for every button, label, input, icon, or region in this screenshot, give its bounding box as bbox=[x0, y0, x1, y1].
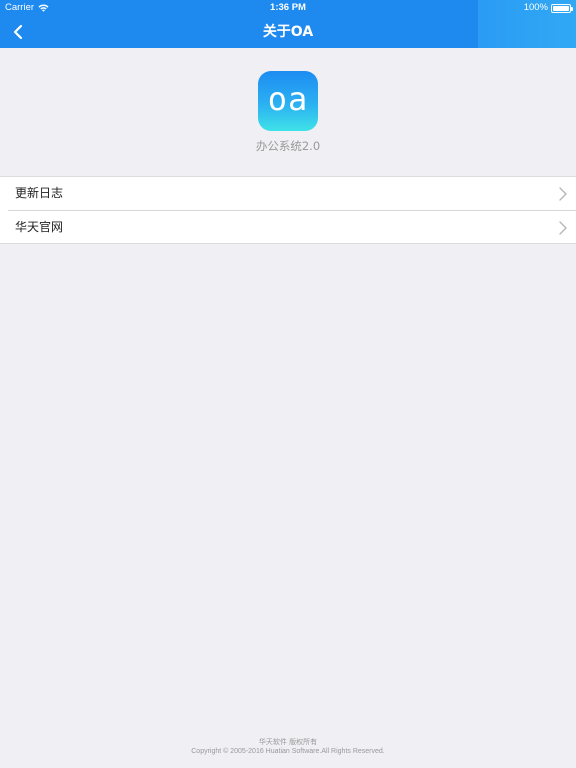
menu-item-changelog[interactable]: 更新日志 bbox=[0, 177, 576, 210]
app-logo-text: oa bbox=[267, 80, 309, 118]
battery-icon bbox=[551, 4, 573, 13]
app-name: 办公系统2.0 bbox=[255, 139, 321, 153]
menu-list: 更新日志 华天官网 bbox=[0, 176, 576, 244]
status-bar: Carrier 1:36 PM 100% bbox=[0, 0, 576, 16]
chevron-right-icon bbox=[559, 221, 567, 235]
menu-item-label: 华天官网 bbox=[15, 220, 64, 234]
footer-copyright: Copyright © 2005-2016 Huatian Software.A… bbox=[191, 748, 385, 755]
chevron-right-icon bbox=[559, 187, 567, 201]
chevron-left-icon bbox=[13, 24, 23, 40]
battery-percentage: 100% bbox=[523, 2, 548, 13]
app-logo: oa bbox=[258, 71, 318, 131]
footer-company: 华天软件 版权所有 bbox=[258, 738, 318, 746]
status-time: 1:36 PM bbox=[270, 2, 306, 13]
menu-item-label: 更新日志 bbox=[15, 186, 64, 200]
nav-bar: 关于OA bbox=[0, 16, 576, 48]
page-title: 关于OA bbox=[262, 24, 314, 40]
back-button[interactable] bbox=[6, 20, 30, 44]
menu-item-website[interactable]: 华天官网 bbox=[8, 210, 576, 243]
header: Carrier 1:36 PM 100% 关于OA bbox=[0, 0, 576, 48]
